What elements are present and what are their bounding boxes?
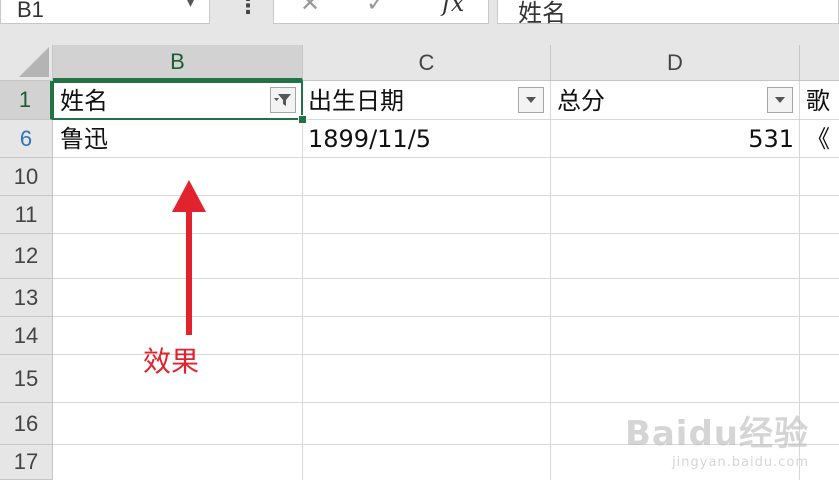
watermark-logo: Baidu经验 jingyan.baidu.com bbox=[625, 406, 809, 470]
row-header-11[interactable]: 11 bbox=[0, 196, 53, 234]
active-cell-border bbox=[52, 81, 303, 120]
column-header-e[interactable] bbox=[800, 45, 839, 81]
formula-input[interactable]: 姓名 bbox=[497, 0, 839, 27]
more-options-icon[interactable]: ⋮ bbox=[237, 0, 259, 19]
cancel-icon[interactable]: ✕ bbox=[300, 0, 320, 17]
cell-b6[interactable]: 鲁迅 bbox=[60, 120, 290, 158]
cell-e6[interactable]: 《 bbox=[806, 120, 839, 158]
formula-bar-strip: B1 ▾ ⋮ ✕ ✓ fx 姓名 bbox=[0, 0, 839, 45]
cell-c1[interactable]: 出生日期 bbox=[308, 82, 508, 120]
formula-value: 姓名 bbox=[518, 0, 566, 27]
column-header-d[interactable]: D bbox=[551, 45, 800, 81]
watermark-url: jingyan.baidu.com bbox=[672, 455, 809, 470]
row-header-12[interactable]: 12 bbox=[0, 234, 53, 279]
row-header-10[interactable]: 10 bbox=[0, 158, 53, 196]
name-box-value: B1 bbox=[17, 0, 44, 22]
chevron-down-icon bbox=[775, 97, 785, 103]
column-header-c[interactable]: C bbox=[303, 45, 551, 81]
cell-c6[interactable]: 1899/11/5 bbox=[308, 120, 538, 158]
row-header-14[interactable]: 14 bbox=[0, 317, 53, 355]
row-header-1[interactable]: 1 bbox=[0, 81, 53, 120]
name-box[interactable]: B1 ▾ bbox=[0, 0, 210, 24]
filter-dropdown-button[interactable] bbox=[767, 87, 793, 113]
row-header-13[interactable]: 13 bbox=[0, 279, 53, 317]
row-header-17[interactable]: 17 bbox=[0, 445, 53, 480]
row-header-6[interactable]: 6 bbox=[0, 120, 53, 158]
annotation-label: 效果 bbox=[143, 345, 200, 378]
watermark-brand: Baidu经验 bbox=[624, 414, 809, 454]
grid-line bbox=[550, 81, 551, 480]
cell-d6[interactable]: 531 bbox=[560, 120, 794, 158]
row-header-15[interactable]: 15 bbox=[0, 355, 53, 403]
cell-e1[interactable]: 歌 bbox=[806, 82, 839, 120]
insert-function-button[interactable]: fx bbox=[442, 0, 464, 17]
select-all-corner[interactable] bbox=[0, 45, 53, 81]
grid-line bbox=[302, 81, 303, 480]
cell-d1[interactable]: 总分 bbox=[557, 82, 757, 120]
filter-dropdown-button[interactable] bbox=[518, 87, 544, 113]
formula-buttons: ✕ ✓ fx bbox=[273, 0, 489, 24]
fill-handle[interactable] bbox=[298, 115, 307, 124]
chevron-down-icon bbox=[526, 97, 536, 103]
chevron-down-icon[interactable]: ▾ bbox=[187, 0, 194, 11]
grid-line bbox=[53, 402, 839, 403]
row-header-16[interactable]: 16 bbox=[0, 403, 53, 445]
confirm-icon[interactable]: ✓ bbox=[366, 0, 386, 17]
annotation-arrow-icon bbox=[172, 180, 206, 335]
column-header-b[interactable]: B bbox=[53, 45, 303, 81]
